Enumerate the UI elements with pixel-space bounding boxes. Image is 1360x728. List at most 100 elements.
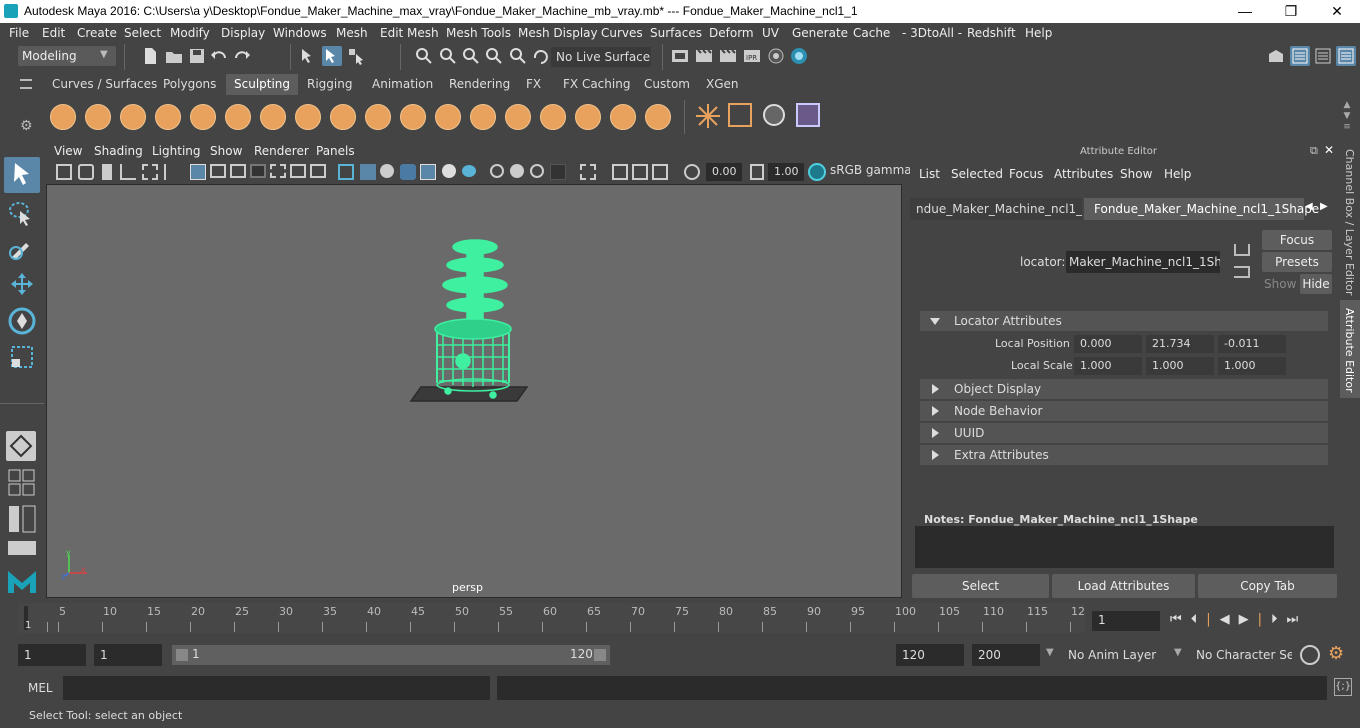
- tab-rendering[interactable]: Rendering: [441, 74, 518, 95]
- xray-active-icon[interactable]: [632, 164, 648, 180]
- select-hierarchy-icon[interactable]: [298, 46, 318, 66]
- ae-tab-transform[interactable]: ndue_Maker_Machine_ncl1_1: [910, 198, 1082, 220]
- viewport-menu-panels[interactable]: Panels: [316, 144, 355, 158]
- local-scale-y-field[interactable]: 1.000: [1146, 357, 1214, 375]
- step-back-frame-icon[interactable]: |: [1206, 612, 1219, 627]
- render-settings-icon[interactable]: [670, 46, 690, 66]
- menu-help[interactable]: Help: [1025, 26, 1052, 40]
- mode-selector[interactable]: Modeling ▼: [18, 46, 116, 66]
- foamy-tool-icon[interactable]: [260, 104, 286, 130]
- go-to-end-icon[interactable]: ⏭: [1286, 612, 1307, 627]
- gamma-field[interactable]: 1.00: [768, 163, 804, 181]
- film-gate-icon[interactable]: [210, 164, 226, 178]
- local-position-y-field[interactable]: 21.734: [1146, 335, 1214, 353]
- scrape-tool-icon[interactable]: [435, 104, 461, 130]
- command-input[interactable]: [63, 676, 490, 700]
- character-set-selector[interactable]: No Character Set: [1190, 644, 1292, 666]
- viewport-menu-show[interactable]: Show: [210, 144, 242, 158]
- snap-curve-icon[interactable]: [438, 46, 458, 66]
- move-tool-icon[interactable]: [4, 267, 40, 303]
- render-sphere-icon[interactable]: [789, 46, 809, 66]
- depth-of-field-icon[interactable]: [530, 164, 544, 178]
- flatten-tool-icon[interactable]: [225, 104, 251, 130]
- undo-icon[interactable]: [209, 46, 229, 66]
- close-button[interactable]: ✕: [1314, 0, 1360, 23]
- ae-menu-show[interactable]: Show: [1120, 167, 1152, 181]
- field-chart-icon[interactable]: [270, 164, 286, 178]
- menu-generate[interactable]: Generate: [792, 26, 848, 40]
- tab-custom[interactable]: Custom: [636, 74, 698, 95]
- select-tool-icon[interactable]: [4, 157, 40, 193]
- four-view-layout-icon[interactable]: [8, 469, 36, 497]
- gate-mask-icon[interactable]: [250, 164, 266, 178]
- step-forward-key-icon[interactable]: ⏵: [1271, 612, 1287, 627]
- isolate-select-icon[interactable]: [580, 164, 596, 180]
- select-object-icon[interactable]: [322, 46, 342, 66]
- lasso-tool-icon[interactable]: [4, 195, 40, 231]
- scale-tool-icon[interactable]: [4, 339, 40, 375]
- freeze-tool-icon[interactable]: [645, 104, 671, 130]
- viewport-panel[interactable]: y x z persp: [46, 184, 902, 598]
- paint-select-tool-icon[interactable]: [4, 231, 40, 267]
- bookmark-icon[interactable]: [102, 164, 112, 180]
- tab-prev-icon[interactable]: ◀: [1305, 201, 1313, 212]
- tab-sculpting[interactable]: Sculpting: [226, 74, 299, 95]
- hide-button[interactable]: Hide: [1300, 274, 1332, 294]
- section-object-display[interactable]: Object Display: [920, 379, 1328, 399]
- attribute-editor-toggle-icon[interactable]: [1290, 46, 1310, 66]
- workspace-icon[interactable]: [1266, 46, 1286, 66]
- section-extra-attributes[interactable]: Extra Attributes: [920, 445, 1328, 465]
- pinch-tool-icon[interactable]: [190, 104, 216, 130]
- hypershade-icon[interactable]: [766, 46, 786, 66]
- anim-layer-selector[interactable]: No Anim Layer: [1062, 644, 1164, 666]
- gamma-icon[interactable]: [750, 164, 764, 180]
- 2d-pan-zoom-icon[interactable]: [142, 164, 158, 180]
- xray-icon[interactable]: [550, 164, 566, 180]
- range-handle-left[interactable]: [176, 649, 188, 661]
- menu-mesh-tools[interactable]: Mesh Tools: [446, 26, 511, 40]
- menu-uv[interactable]: UV: [762, 26, 779, 40]
- output-connection-icon[interactable]: [1234, 266, 1250, 278]
- menu-windows[interactable]: Windows: [273, 26, 327, 40]
- tool-settings-icon[interactable]: [1313, 46, 1333, 66]
- menu-mesh[interactable]: Mesh: [336, 26, 368, 40]
- tab-next-icon[interactable]: ▶: [1320, 201, 1328, 212]
- shader-icon[interactable]: [796, 103, 820, 127]
- playback-start-field[interactable]: 1: [94, 644, 162, 666]
- tab-curves-surfaces[interactable]: Curves / Surfaces: [44, 74, 165, 95]
- show-button[interactable]: Show: [1264, 277, 1296, 291]
- safe-action-icon[interactable]: [290, 164, 306, 178]
- select-component-icon[interactable]: [346, 46, 366, 66]
- chevron-down-icon[interactable]: ▼: [1174, 647, 1182, 658]
- rotate-tool-icon[interactable]: [4, 303, 40, 339]
- open-scene-icon[interactable]: [164, 46, 184, 66]
- minimize-button[interactable]: —: [1222, 0, 1268, 23]
- menu-edit[interactable]: Edit: [42, 26, 65, 40]
- local-scale-z-field[interactable]: 1.000: [1218, 357, 1286, 375]
- color-space-label[interactable]: sRGB gamma: [830, 163, 912, 177]
- side-tab-attribute-editor[interactable]: Attribute Editor: [1340, 300, 1360, 398]
- mel-label[interactable]: MEL: [28, 681, 53, 695]
- snap-plane-icon[interactable]: [484, 46, 504, 66]
- snowflake-icon[interactable]: [694, 102, 722, 130]
- render-view-icon[interactable]: [718, 46, 738, 66]
- safe-title-icon[interactable]: [310, 164, 326, 178]
- make-live-icon[interactable]: [530, 46, 550, 66]
- relax-tool-icon[interactable]: [120, 104, 146, 130]
- playback-controls[interactable]: ⏮⏴|◀▶|⏵⏭: [1170, 612, 1307, 627]
- knife-tool-icon[interactable]: [505, 104, 531, 130]
- copy-tab-button[interactable]: Copy Tab: [1198, 574, 1337, 598]
- fondue-machine-model[interactable]: [407, 235, 537, 405]
- side-tab-channel-box[interactable]: Channel Box / Layer Editor: [1340, 143, 1360, 296]
- menu-display[interactable]: Display: [221, 26, 265, 40]
- redo-icon[interactable]: [232, 46, 252, 66]
- motion-blur-icon[interactable]: [490, 164, 504, 178]
- select-button[interactable]: Select: [912, 574, 1049, 598]
- camera-select-icon[interactable]: [56, 164, 72, 180]
- viewport-menu-shading[interactable]: Shading: [94, 144, 143, 158]
- snap-grid-icon[interactable]: [414, 46, 434, 66]
- tab-rigging[interactable]: Rigging: [299, 74, 360, 95]
- play-backward-icon[interactable]: ◀: [1220, 612, 1239, 627]
- locator-name-field[interactable]: Maker_Machine_ncl1_1Shape: [1066, 251, 1220, 273]
- bulge-tool-icon[interactable]: [575, 104, 601, 130]
